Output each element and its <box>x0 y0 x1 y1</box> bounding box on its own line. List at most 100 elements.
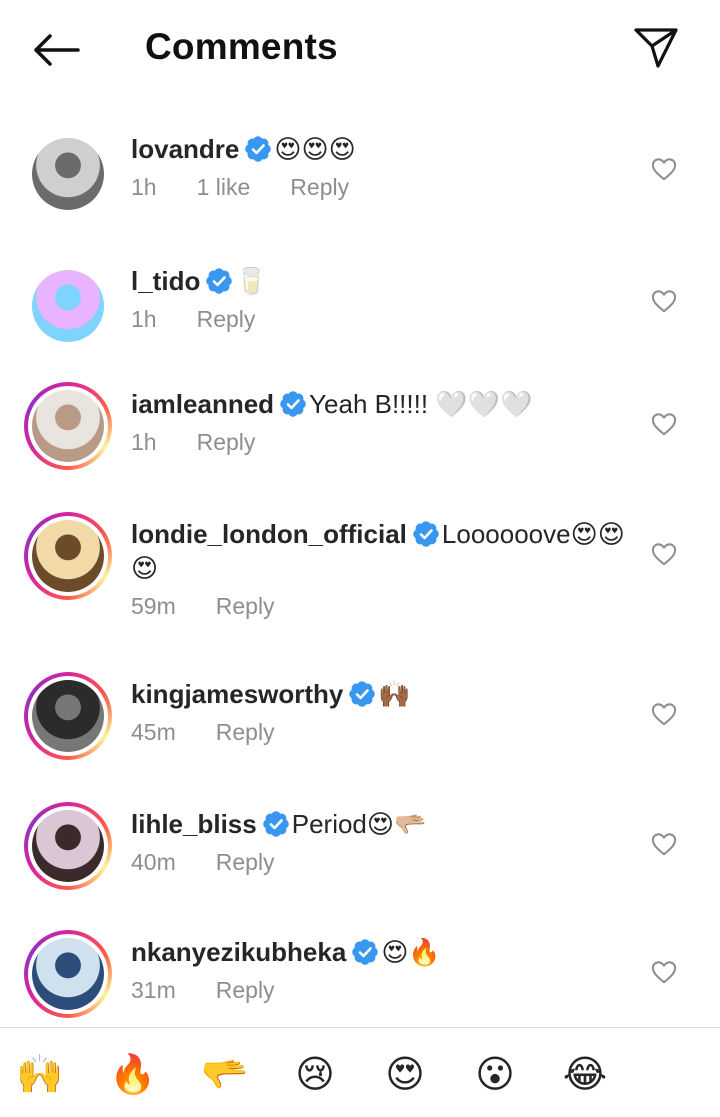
comment-body: londie_london_official Loooooove😍😍😍 59m Rep… <box>131 517 631 620</box>
comment-text: 😍😍😍 <box>274 134 356 164</box>
like-comment-button[interactable] <box>650 831 678 857</box>
comment-text: Yeah B!!!!! 🤍🤍🤍 <box>309 389 533 419</box>
verified-badge-icon <box>280 391 306 417</box>
avatar-frame <box>32 138 104 210</box>
verified-badge-icon <box>349 681 376 707</box>
comment-username[interactable]: iamleanned <box>131 389 274 419</box>
avatar-frame <box>28 516 108 596</box>
like-comment-button[interactable] <box>650 156 678 182</box>
reply-button[interactable]: Reply <box>216 593 275 619</box>
comment-line: l_tido 🥛 <box>131 264 631 298</box>
comment-body: lihle_bliss Period😍🫳🏼 40m Reply <box>131 807 631 876</box>
comment-meta: 31m Reply <box>131 977 631 1004</box>
reply-button[interactable]: Reply <box>216 977 275 1003</box>
reply-button[interactable]: Reply <box>216 849 275 875</box>
clap-emoji-button[interactable]: 🫳 <box>200 1050 250 1100</box>
verified-badge-icon <box>413 521 439 547</box>
avatar-frame <box>32 270 104 342</box>
comment-timestamp: 1h <box>131 429 157 455</box>
surprised-emoji-button[interactable]: 😮 <box>470 1050 520 1100</box>
avatar[interactable] <box>24 382 112 470</box>
back-button[interactable] <box>30 28 82 72</box>
avatar[interactable] <box>24 262 112 350</box>
comment-text: Period😍🫳🏼 <box>291 809 427 839</box>
comment-username[interactable]: kingjamesworthy <box>131 679 343 709</box>
comment-text: 🥛 <box>235 266 268 296</box>
like-comment-button[interactable] <box>650 541 678 567</box>
avatar-frame <box>28 676 108 756</box>
comment-timestamp: 1h <box>131 306 157 332</box>
comment-body: lovandre 😍😍😍 1h 1 like Reply <box>131 132 631 201</box>
comment-meta: 40m Reply <box>131 849 631 876</box>
comment-timestamp: 45m <box>131 719 176 745</box>
comment-timestamp: 1h <box>131 174 157 200</box>
avatar-photo <box>32 138 104 210</box>
heart-icon <box>651 703 677 726</box>
comment-timestamp: 40m <box>131 849 176 875</box>
heart-eyes-emoji-button[interactable]: 😍 <box>380 1050 430 1100</box>
crying-emoji-button[interactable]: 😢 <box>290 1050 340 1100</box>
comment-username[interactable]: londie_london_official <box>131 519 407 549</box>
avatar[interactable] <box>24 802 112 890</box>
avatar-photo <box>32 390 104 462</box>
arrow-left-icon <box>34 34 80 66</box>
comment-text: 😍🔥 <box>381 937 441 967</box>
laughing-emoji-button[interactable]: 😂 <box>560 1050 610 1100</box>
comment-meta: 1h Reply <box>131 306 631 333</box>
comment-timestamp: 31m <box>131 977 176 1003</box>
comment-line: nkanyezikubheka 😍🔥 <box>131 935 631 969</box>
verified-badge-icon <box>352 939 379 965</box>
comment-line: londie_london_official Loooooove😍😍😍 <box>131 517 631 585</box>
heart-icon <box>651 961 677 984</box>
avatar[interactable] <box>24 130 112 218</box>
avatar[interactable] <box>24 930 112 1018</box>
avatar[interactable] <box>24 512 112 600</box>
comment-body: kingjamesworthy 🙌🏾 45m Reply <box>131 677 631 746</box>
comment-line: kingjamesworthy 🙌🏾 <box>131 677 631 711</box>
comment-meta: 59m Reply <box>131 593 631 620</box>
avatar-frame <box>28 806 108 886</box>
comment-line: iamleanned Yeah B!!!!! 🤍🤍🤍 <box>131 387 631 421</box>
like-comment-button[interactable] <box>650 959 678 985</box>
reply-button[interactable]: Reply <box>216 719 275 745</box>
avatar-frame <box>28 386 108 466</box>
fire-emoji-button[interactable]: 🔥 <box>108 1050 158 1100</box>
comment-line: lihle_bliss Period😍🫳🏼 <box>131 807 631 841</box>
comment-body: l_tido 🥛 1h Reply <box>131 264 631 333</box>
avatar-photo <box>32 680 104 752</box>
comment-username[interactable]: lovandre <box>131 134 239 164</box>
comment-body: nkanyezikubheka 😍🔥 31m Reply <box>131 935 631 1004</box>
comment-username[interactable]: l_tido <box>131 266 200 296</box>
raised-hands-emoji-button[interactable]: 🙌 <box>15 1050 65 1100</box>
like-comment-button[interactable] <box>650 701 678 727</box>
verified-badge-icon <box>206 268 233 294</box>
comment-body: iamleanned Yeah B!!!!! 🤍🤍🤍 1h Reply <box>131 387 631 456</box>
heart-icon <box>651 413 677 436</box>
reply-button[interactable]: Reply <box>290 174 349 200</box>
heart-icon <box>651 158 677 181</box>
comment-username[interactable]: nkanyezikubheka <box>131 937 346 967</box>
reply-button[interactable]: Reply <box>197 429 256 455</box>
verified-badge-icon <box>245 136 272 162</box>
like-comment-button[interactable] <box>650 411 678 437</box>
comment-text: 🙌🏾 <box>378 679 411 709</box>
comment-meta: 45m Reply <box>131 719 631 746</box>
reply-button[interactable]: Reply <box>197 306 256 332</box>
header: Comments <box>0 0 720 100</box>
paper-plane-icon <box>634 28 678 68</box>
page-title: Comments <box>145 26 338 67</box>
share-button[interactable] <box>630 24 682 72</box>
avatar[interactable] <box>24 672 112 760</box>
comment-like-count[interactable]: 1 like <box>197 174 251 200</box>
avatar-photo <box>32 520 104 592</box>
verified-badge-icon <box>262 811 289 837</box>
comment-meta: 1h Reply <box>131 429 631 456</box>
avatar-photo <box>32 938 104 1010</box>
heart-icon <box>651 833 677 856</box>
like-comment-button[interactable] <box>650 288 678 314</box>
comment-meta: 1h 1 like Reply <box>131 174 631 201</box>
heart-icon <box>651 543 677 566</box>
quick-emoji-bar: 🙌 🔥 🫳 😢 😍 😮 😂 <box>0 1028 720 1117</box>
comment-username[interactable]: lihle_bliss <box>131 809 257 839</box>
avatar-photo <box>32 810 104 882</box>
